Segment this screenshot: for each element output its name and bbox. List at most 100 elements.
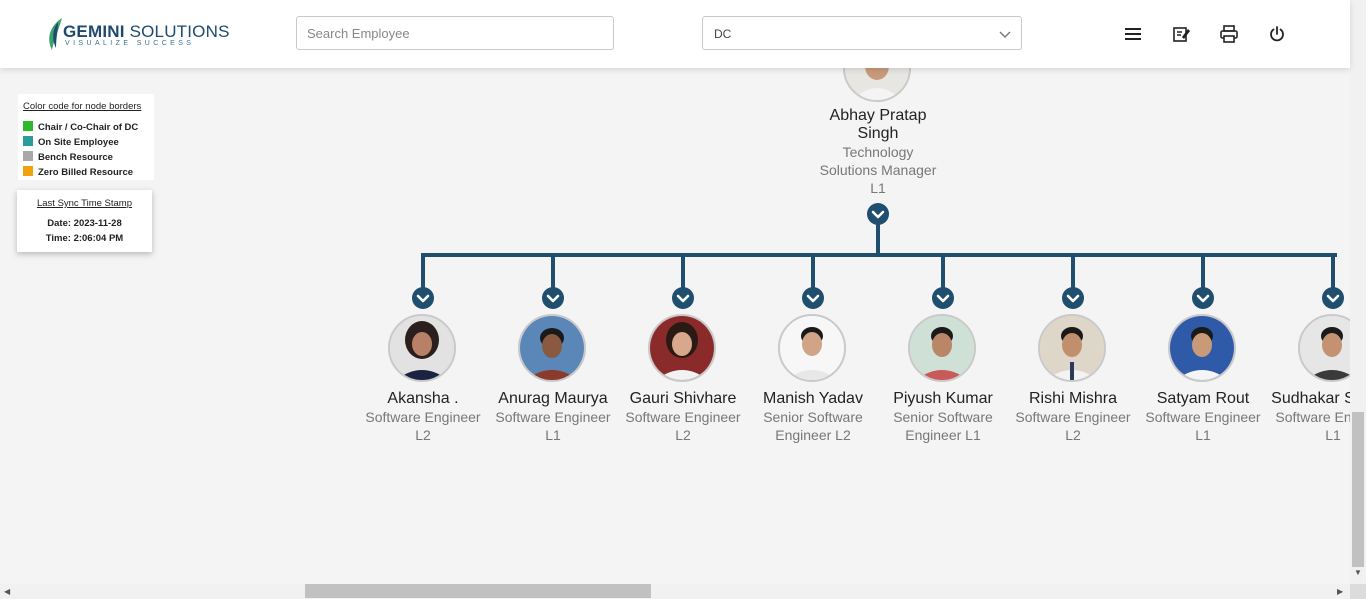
employee-info: Rishi Mishra Software Engineer L2	[1008, 390, 1138, 444]
gemini-solutions-logo[interactable]: GEMINI SOLUTIONS VISUALIZE SUCCESS	[46, 17, 229, 51]
employee-level: L2	[415, 427, 431, 443]
sync-time: Time: 2:06:04 PM	[45, 233, 124, 244]
manager-info: Abhay Pratap Singh Technology Solutions …	[813, 107, 943, 197]
scroll-down-icon[interactable]: ▼	[1354, 568, 1362, 577]
employee-title: Software Engineer	[625, 409, 741, 425]
horizontal-scroll-thumb[interactable]	[305, 584, 651, 598]
manager-level: L1	[870, 180, 886, 196]
employee-info: Satyam Rout Software Engineer L1	[1138, 390, 1268, 444]
employee-title: Senior Software	[763, 409, 863, 425]
employee-info: Akansha . Software Engineer L2	[358, 390, 488, 444]
legend-item: Bench Resource	[23, 151, 113, 163]
logo-brand-rest: SOLUTIONS	[124, 22, 230, 41]
report-connector	[1071, 255, 1075, 288]
report-connector	[681, 255, 685, 288]
expand-toggle-icon[interactable]	[542, 287, 564, 309]
report-connector	[1201, 255, 1205, 288]
employee-name: Piyush Kumar	[893, 390, 993, 407]
top-header: GEMINI SOLUTIONS VISUALIZE SUCCESS DC	[0, 0, 1350, 68]
employee-title: Software Engineer	[495, 409, 611, 425]
legend-swatch	[23, 151, 33, 161]
employee-level: L2	[1065, 427, 1081, 443]
employee-info: Anurag Maurya Software Engineer L1	[488, 390, 618, 444]
employee-name: Satyam Rout	[1156, 390, 1250, 407]
employee-name: Gauri Shivhare	[629, 390, 737, 407]
employee-title: Software Engineer	[1145, 409, 1261, 425]
dc-select[interactable]: DC	[702, 16, 1022, 50]
sync-title: Last Sync Time Stamp	[36, 198, 133, 209]
legend-item-label: Zero Billed Resource	[38, 167, 134, 178]
employee-avatar[interactable]	[388, 314, 456, 382]
employee-level: L1	[1195, 427, 1211, 443]
print-icon[interactable]	[1219, 24, 1239, 44]
employee-avatar[interactable]	[518, 314, 586, 382]
menu-icon[interactable]	[1123, 24, 1143, 44]
legend-item-label: Bench Resource	[38, 152, 113, 163]
employee-level: L1	[545, 427, 561, 443]
employee-name: Anurag Maurya	[498, 390, 608, 407]
horizontal-connector	[421, 253, 1337, 257]
employee-name: Rishi Mishra	[1028, 390, 1117, 407]
employee-title: Software Engineer	[1015, 409, 1131, 425]
horizontal-scrollbar[interactable]: ◀ ▶	[0, 584, 1350, 599]
employee-info: Piyush Kumar Senior Software Engineer L1	[878, 390, 1008, 444]
expand-toggle-icon[interactable]	[412, 287, 434, 309]
employee-avatar[interactable]	[778, 314, 846, 382]
search-employee-input[interactable]	[296, 16, 614, 50]
manager-connector	[876, 224, 880, 255]
employee-title: Software Engineer	[1275, 409, 1350, 425]
employee-level: L1	[1325, 427, 1341, 443]
sync-date: Date: 2023-11-28	[47, 218, 122, 229]
employee-avatar[interactable]	[648, 314, 716, 382]
legend-panel: Color code for node borders Chair / Co-C…	[18, 94, 154, 180]
dc-select-value: DC	[714, 27, 732, 41]
employee-level: L2	[675, 427, 691, 443]
employee-name: Manish Yadav	[763, 390, 863, 407]
logo-brand-bold: GEMINI	[63, 22, 125, 41]
manager-title-line2: Solutions Manager	[819, 162, 937, 178]
employee-level: Engineer L1	[905, 427, 981, 443]
legend-swatch	[23, 121, 33, 131]
expand-toggle-icon[interactable]	[802, 287, 824, 309]
employee-name: Sudhakar Sonkar	[1271, 390, 1350, 407]
manager-name-line1: Abhay Pratap	[829, 107, 927, 124]
manager-name-line2: Singh	[857, 125, 899, 142]
scrollbar-corner	[1350, 584, 1366, 599]
sync-timestamp-panel: Last Sync Time Stamp Date: 2023-11-28 Ti…	[17, 190, 152, 252]
power-icon[interactable]	[1267, 24, 1287, 44]
expand-toggle-icon[interactable]	[1322, 287, 1344, 309]
report-connector	[941, 255, 945, 288]
employee-info: Gauri Shivhare Software Engineer L2	[618, 390, 748, 444]
employee-avatar[interactable]	[1298, 314, 1350, 382]
legend-swatch	[23, 136, 33, 146]
legend-item-label: On Site Employee	[38, 137, 119, 148]
logo-tagline: VISUALIZE SUCCESS	[65, 40, 195, 47]
employee-avatar[interactable]	[908, 314, 976, 382]
scroll-right-icon[interactable]: ▶	[1337, 587, 1343, 596]
vertical-scrollbar[interactable]: ▼	[1350, 0, 1366, 584]
expand-toggle-icon[interactable]	[672, 287, 694, 309]
report-connector	[551, 255, 555, 288]
logo-text: GEMINI SOLUTIONS	[63, 22, 230, 42]
employee-info: Manish Yadav Senior Software Engineer L2	[748, 390, 878, 444]
org-chart: Abhay Pratap Singh Technology Solutions …	[0, 0, 1350, 584]
legend-swatch	[23, 166, 33, 176]
report-connector	[1331, 255, 1335, 288]
report-connector	[421, 255, 425, 288]
employee-avatar[interactable]	[1168, 314, 1236, 382]
employee-name: Akansha .	[387, 390, 459, 407]
edit-note-icon[interactable]	[1171, 24, 1191, 44]
employee-info: Sudhakar Sonkar Software Engineer L1	[1268, 390, 1350, 444]
expand-toggle-icon[interactable]	[932, 287, 954, 309]
legend-item: Zero Billed Resource	[23, 166, 133, 178]
manager-title-line1: Technology	[842, 144, 914, 160]
legend-item: Chair / Co-Chair of DC	[23, 121, 138, 133]
vertical-scroll-thumb[interactable]	[1352, 412, 1364, 567]
expand-toggle-icon[interactable]	[1062, 287, 1084, 309]
manager-collapse-toggle-icon[interactable]	[867, 203, 889, 225]
legend-item-label: Chair / Co-Chair of DC	[38, 122, 139, 133]
expand-toggle-icon[interactable]	[1192, 287, 1214, 309]
employee-avatar[interactable]	[1038, 314, 1106, 382]
report-connector	[811, 255, 815, 288]
scroll-left-icon[interactable]: ◀	[4, 587, 10, 596]
